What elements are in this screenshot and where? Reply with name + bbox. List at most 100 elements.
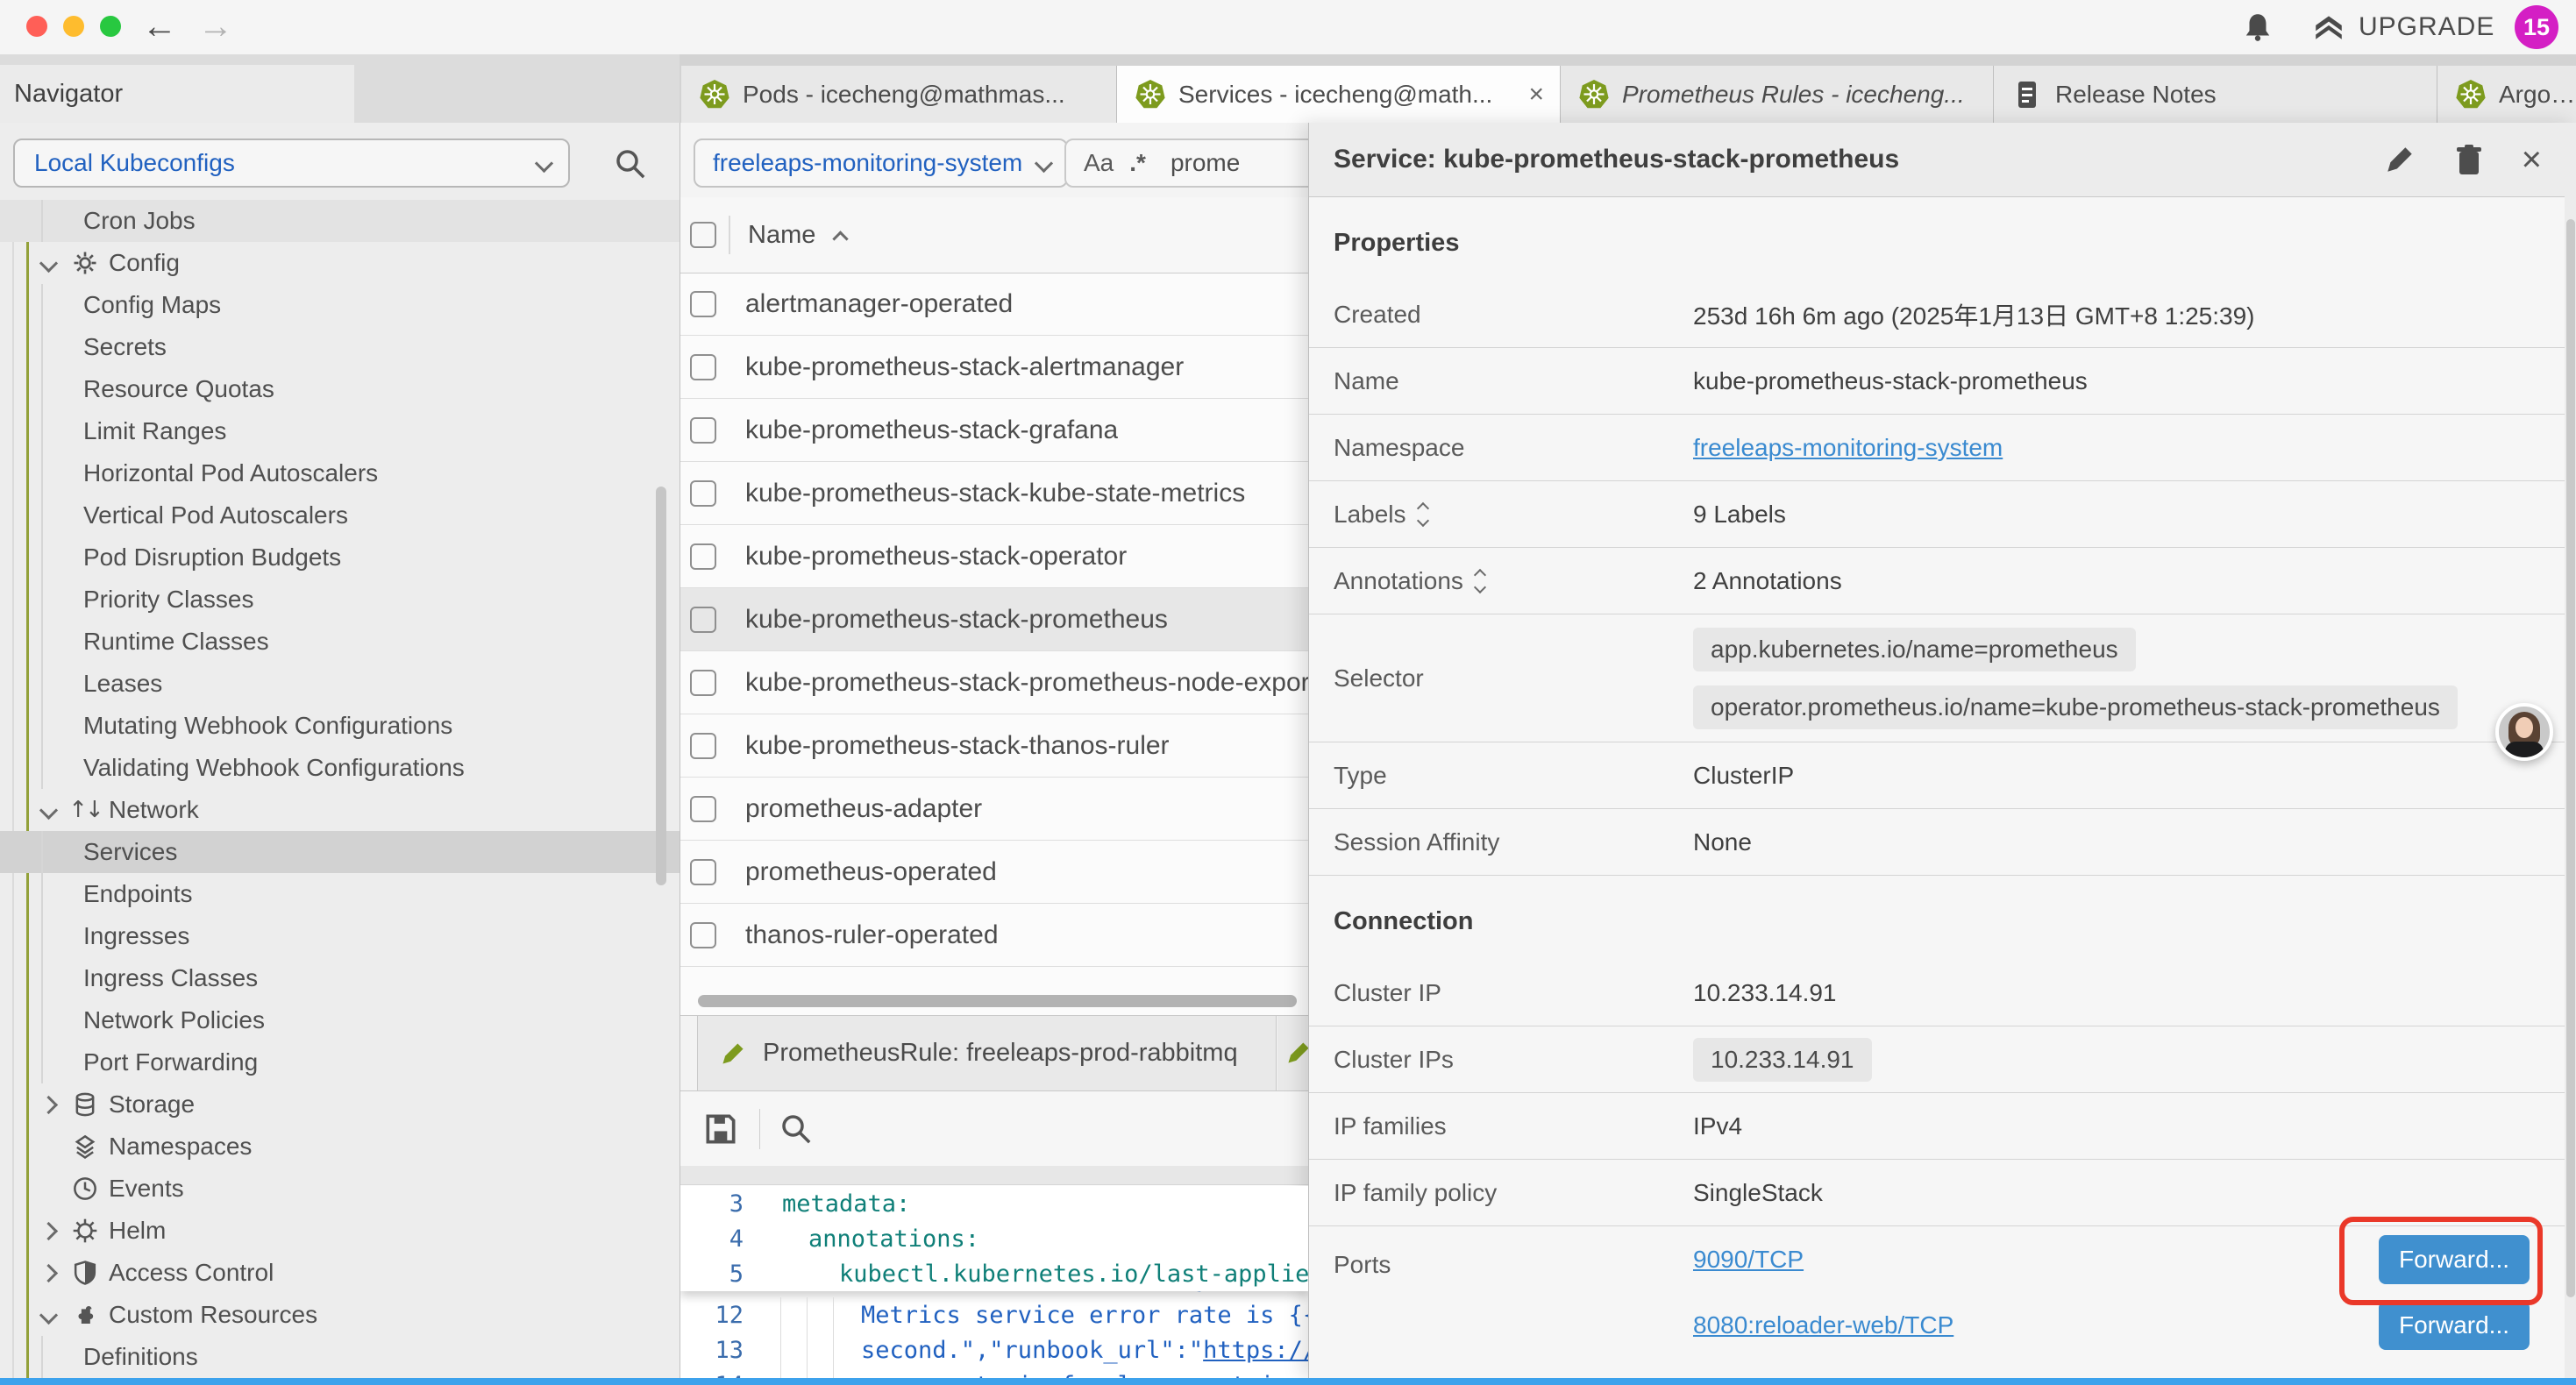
sidebar-item-endpoints[interactable]: Endpoints [0,873,680,915]
port-link[interactable]: 8080:reloader-web/TCP [1693,1311,1953,1339]
service-search-input[interactable]: Aa .* prome [1064,138,1308,188]
code-link[interactable]: https://net [1203,1337,1308,1364]
sidebar-item-config-maps[interactable]: Config Maps [0,284,680,326]
tab-services[interactable]: Services - icecheng@math...× [1117,66,1561,123]
drawer-scrollbar[interactable] [2565,123,2576,1378]
sidebar-item-ingresses[interactable]: Ingresses [0,915,680,957]
sidebar-item-leases[interactable]: Leases [0,663,680,705]
table-row[interactable]: kube-prometheus-stack-prometheus-node-ex… [680,651,1308,714]
table-row[interactable]: alertmanager-operated [680,273,1308,336]
chevron-down-icon[interactable] [42,804,60,817]
row-checkbox[interactable] [690,354,716,380]
table-row[interactable]: kube-prometheus-stack-grafana [680,399,1308,462]
chevron-right-icon[interactable] [42,1267,60,1280]
sidebar-item-events[interactable]: Events [0,1168,680,1210]
sidebar-item-network-policies[interactable]: Network Policies [0,999,680,1041]
floating-avatar[interactable] [2495,703,2553,761]
chevron-right-icon[interactable] [42,1225,60,1238]
tab-close-icon[interactable]: × [1528,80,1544,110]
editor-tab-partial[interactable] [1277,1016,1308,1090]
sidebar-item-secrets[interactable]: Secrets [0,326,680,368]
window-close-button[interactable] [26,16,47,37]
namespace-filter-select[interactable]: freeleaps-monitoring-system [694,138,1068,188]
table-row[interactable]: kube-prometheus-stack-alertmanager [680,336,1308,399]
sidebar-item-services[interactable]: Services [0,831,680,873]
sidebar-item-priority-classes[interactable]: Priority Classes [0,579,680,621]
sidebar-scrollbar[interactable] [656,487,666,885]
save-icon[interactable] [701,1110,740,1148]
window-zoom-button[interactable] [100,16,121,37]
sidebar-item-runtime-classes[interactable]: Runtime Classes [0,621,680,663]
select-all-checkbox[interactable] [690,222,716,248]
close-icon[interactable]: × [2522,140,2542,180]
table-row[interactable]: kube-prometheus-stack-kube-state-metrics [680,462,1308,525]
sidebar-item-storage[interactable]: Storage [0,1083,680,1126]
sidebar-item-config[interactable]: Config [0,242,680,284]
sidebar-item-helm[interactable]: Helm [0,1210,680,1252]
sidebar-item-validating-webhook-configurations[interactable]: Validating Webhook Configurations [0,747,680,789]
table-row[interactable]: prometheus-adapter [680,778,1308,841]
window-minimize-button[interactable] [63,16,84,37]
forward-button[interactable]: → [198,7,233,46]
sidebar-item-definitions[interactable]: Definitions [0,1336,680,1378]
chevron-down-icon[interactable] [42,1309,60,1322]
sidebar-item-mutating-webhook-configurations[interactable]: Mutating Webhook Configurations [0,705,680,747]
chevron-right-icon[interactable] [42,1098,60,1112]
table-row[interactable]: kube-prometheus-stack-thanos-ruler [680,714,1308,778]
forward-button[interactable]: Forward... [2379,1235,2530,1284]
chevron-down-icon[interactable] [42,257,60,270]
row-checkbox[interactable] [690,796,716,822]
sidebar-item-limit-ranges[interactable]: Limit Ranges [0,410,680,452]
regex-toggle[interactable]: .* [1129,149,1146,177]
sidebar-item-network[interactable]: ↑↓Network [0,789,680,831]
table-row[interactable]: kube-prometheus-stack-prometheus [680,588,1308,651]
table-row[interactable]: kube-prometheus-stack-operator [680,525,1308,588]
table-row[interactable]: prometheus-operated [680,841,1308,904]
delete-trash-icon[interactable] [2453,143,2485,176]
forward-button[interactable]: Forward... [2379,1301,2530,1350]
navigator-tab[interactable]: Navigator [0,65,354,123]
row-checkbox[interactable] [690,417,716,444]
sidebar-search-icon[interactable] [612,146,649,182]
row-checkbox[interactable] [690,291,716,317]
horizontal-scrollbar[interactable] [698,995,1297,1007]
tab-argo[interactable]: Argo Se [2437,66,2576,123]
editor-search-icon[interactable] [778,1111,815,1147]
sort-ascending-icon[interactable] [833,231,849,246]
edit-pencil-icon[interactable] [2383,143,2416,176]
sidebar-item-cron-jobs[interactable]: Cron Jobs [0,200,680,242]
editor-tab-prometheusrule[interactable]: PrometheusRule: freeleaps-prod-rabbitmq [697,1016,1277,1090]
kubeconfig-selector[interactable]: Local Kubeconfigs [13,138,570,188]
yaml-editor[interactable]: 110","for":"1m","labels":{"service":12Me… [680,1186,1308,1378]
row-checkbox[interactable] [690,733,716,759]
namespace-link[interactable]: freeleaps-monitoring-system [1693,434,2003,462]
tab-release[interactable]: Release Notes [1994,66,2437,123]
tab-pods[interactable]: Pods - icecheng@mathmas... [681,66,1117,123]
sidebar-item-access-control[interactable]: Access Control [0,1252,680,1294]
sidebar-item-vertical-pod-autoscalers[interactable]: Vertical Pod Autoscalers [0,494,680,536]
sidebar-item-custom-resources[interactable]: Custom Resources [0,1294,680,1336]
row-checkbox[interactable] [690,670,716,696]
tab-prometheus[interactable]: Prometheus Rules - icecheng... [1561,66,1994,123]
sidebar-item-horizontal-pod-autoscalers[interactable]: Horizontal Pod Autoscalers [0,452,680,494]
sidebar-item-port-forwarding[interactable]: Port Forwarding [0,1041,680,1083]
notification-count-badge[interactable]: 15 [2515,5,2558,49]
table-row[interactable]: thanos-ruler-operated [680,904,1308,967]
sidebar-item-pod-disruption-budgets[interactable]: Pod Disruption Budgets [0,536,680,579]
sort-toggle-icon[interactable] [1476,571,1484,592]
name-column-header[interactable]: Name [748,221,815,250]
sidebar-item-ingress-classes[interactable]: Ingress Classes [0,957,680,999]
sidebar-item-resource-quotas[interactable]: Resource Quotas [0,368,680,410]
sort-toggle-icon[interactable] [1419,504,1427,525]
row-checkbox[interactable] [690,480,716,507]
upgrade-button[interactable]: UPGRADE [2311,11,2494,44]
match-case-toggle[interactable]: Aa [1084,149,1114,177]
notifications-bell-icon[interactable] [2241,11,2274,44]
sidebar-item-namespaces[interactable]: Namespaces [0,1126,680,1168]
row-checkbox[interactable] [690,922,716,948]
port-link[interactable]: 9090/TCP [1693,1246,1804,1273]
row-checkbox[interactable] [690,543,716,570]
row-checkbox[interactable] [690,607,716,633]
row-checkbox[interactable] [690,859,716,885]
back-button[interactable]: ← [142,7,177,46]
